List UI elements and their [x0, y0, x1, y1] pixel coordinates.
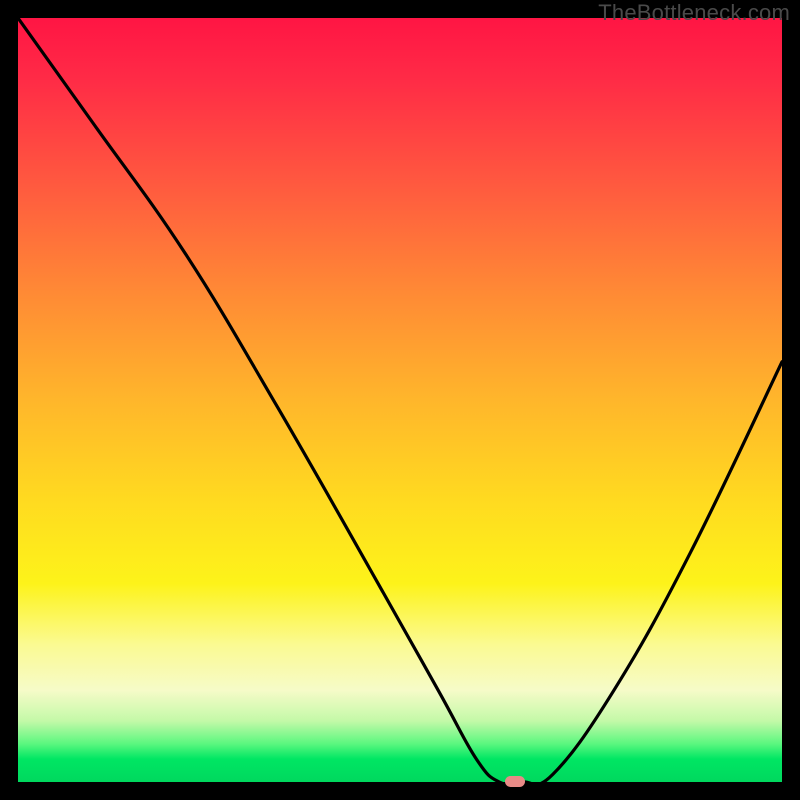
- watermark-text: TheBottleneck.com: [598, 0, 790, 26]
- plot-area: [18, 18, 782, 782]
- chart-frame: TheBottleneck.com: [0, 0, 800, 800]
- curve-path: [18, 18, 782, 782]
- bottleneck-curve: [18, 18, 782, 782]
- optimal-marker: [505, 776, 525, 787]
